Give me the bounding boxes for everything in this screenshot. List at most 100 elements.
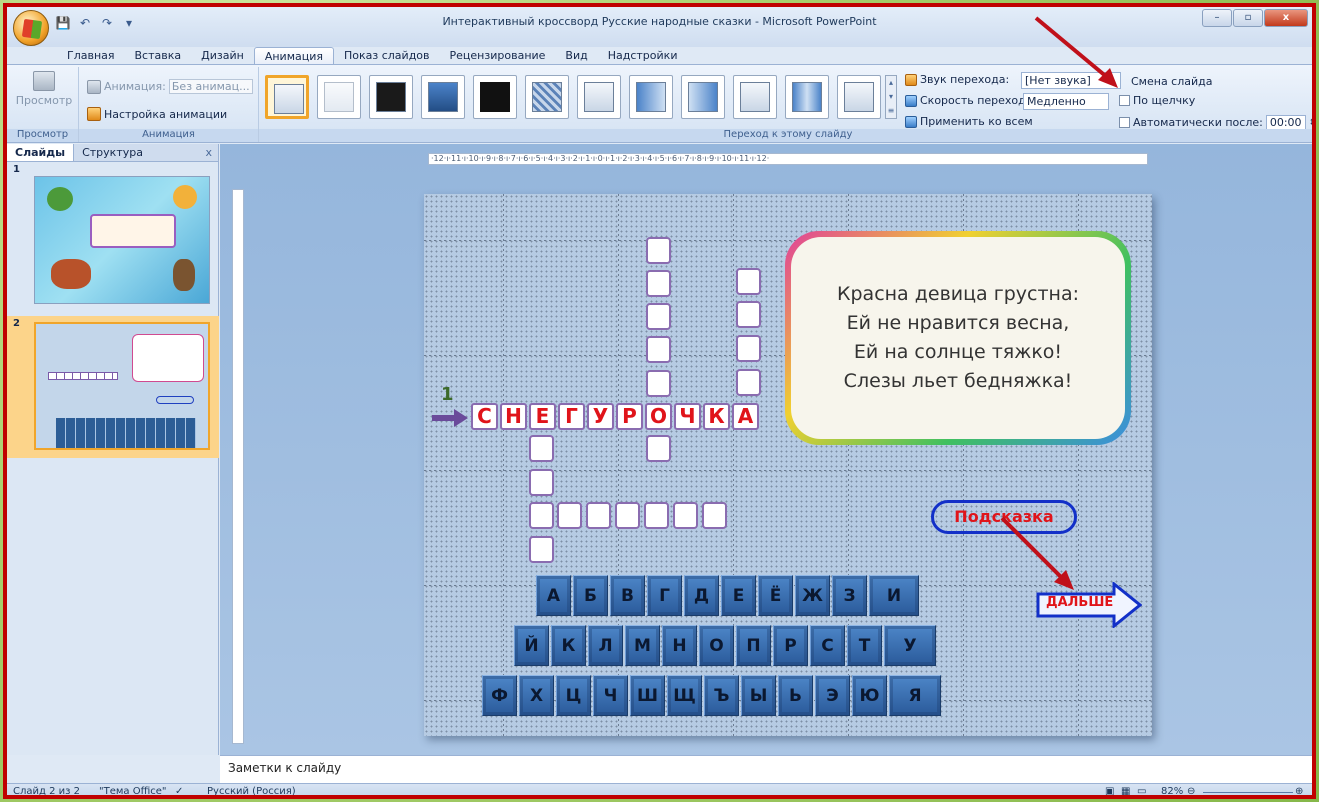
animation-selector[interactable]: Анимация: Без анимац...: [87, 79, 253, 94]
transition-cut-black[interactable]: [473, 75, 517, 119]
transition-fade-black[interactable]: [369, 75, 413, 119]
close-button[interactable]: x: [1264, 9, 1308, 27]
crossword-cell[interactable]: [529, 435, 554, 462]
sound-combobox[interactable]: [Нет звука]: [1021, 72, 1121, 89]
zoom-slider[interactable]: [1203, 792, 1293, 793]
minimize-button[interactable]: –: [1202, 9, 1232, 27]
key-t[interactable]: Т: [847, 625, 882, 666]
crossword-cell[interactable]: [646, 336, 671, 363]
tab-view[interactable]: Вид: [555, 47, 597, 65]
key-u[interactable]: У: [884, 625, 936, 666]
transition-push-down[interactable]: [837, 75, 881, 119]
answer-letter-cell[interactable]: Н: [500, 403, 527, 430]
tab-animation[interactable]: Анимация: [253, 47, 334, 65]
answer-letter-cell[interactable]: А: [732, 403, 759, 430]
slide-canvas[interactable]: С Н Е Г У Р О Ч К А 1 Красна девица грус…: [424, 194, 1152, 736]
key-yu[interactable]: Ю: [852, 675, 887, 716]
key-sh[interactable]: Ш: [630, 675, 665, 716]
horizontal-ruler[interactable]: ·12·ı·11·ı·10·ı·9·ı·8·ı·7·ı·6·ı·5·ı·4·ı·…: [428, 153, 1148, 165]
transition-wipe-left[interactable]: [629, 75, 673, 119]
key-zh[interactable]: Ж: [795, 575, 830, 616]
key-m[interactable]: М: [625, 625, 660, 666]
key-y[interactable]: Ы: [741, 675, 776, 716]
key-shch[interactable]: Щ: [667, 675, 702, 716]
zoom-level[interactable]: 82%: [1161, 786, 1183, 795]
crossword-cell[interactable]: [736, 369, 761, 396]
crossword-cell[interactable]: [646, 435, 671, 462]
transition-wipe-right[interactable]: [681, 75, 725, 119]
tab-slideshow[interactable]: Показ слайдов: [334, 47, 440, 65]
answer-letter-cell[interactable]: Г: [558, 403, 585, 430]
key-s[interactable]: С: [810, 625, 845, 666]
transition-cut[interactable]: [421, 75, 465, 119]
key-e-reversed[interactable]: Э: [815, 675, 850, 716]
answer-letter-cell[interactable]: Е: [529, 403, 556, 430]
crossword-cell[interactable]: [736, 301, 761, 328]
transition-dissolve[interactable]: [525, 75, 569, 119]
key-r[interactable]: Р: [773, 625, 808, 666]
notes-pane[interactable]: Заметки к слайду: [220, 755, 1312, 783]
transition-wipe-up[interactable]: [733, 75, 777, 119]
key-a[interactable]: А: [536, 575, 571, 616]
key-hard-sign[interactable]: Ъ: [704, 675, 739, 716]
key-d[interactable]: Д: [684, 575, 719, 616]
key-n[interactable]: Н: [662, 625, 697, 666]
tab-design[interactable]: Дизайн: [191, 47, 254, 65]
tab-slides[interactable]: Слайды: [7, 144, 75, 161]
preview-button[interactable]: Просмотр: [15, 71, 73, 107]
custom-animation-button[interactable]: Настройка анимации: [87, 107, 227, 121]
crossword-cell[interactable]: [646, 270, 671, 297]
slide-thumbnail-1[interactable]: [34, 176, 210, 304]
crossword-cell[interactable]: [646, 237, 671, 264]
key-ch[interactable]: Ч: [593, 675, 628, 716]
pane-close-icon[interactable]: x: [205, 146, 212, 159]
crossword-cell[interactable]: [702, 502, 727, 529]
crossword-cell[interactable]: [586, 502, 611, 529]
key-ya[interactable]: Я: [889, 675, 941, 716]
key-soft-sign[interactable]: Ь: [778, 675, 813, 716]
answer-letter-cell[interactable]: У: [587, 403, 614, 430]
on-click-checkbox[interactable]: По щелчку: [1119, 94, 1195, 107]
key-yo[interactable]: Ё: [758, 575, 793, 616]
sorter-view-icon[interactable]: ▦: [1121, 786, 1130, 795]
answer-letter-cell[interactable]: С: [471, 403, 498, 430]
crossword-cell[interactable]: [529, 502, 554, 529]
answer-letter-cell[interactable]: Ч: [674, 403, 701, 430]
key-kh[interactable]: Х: [519, 675, 554, 716]
answer-letter-cell[interactable]: Р: [616, 403, 643, 430]
transition-wipe-down[interactable]: [577, 75, 621, 119]
tab-home[interactable]: Главная: [57, 47, 125, 65]
crossword-cell[interactable]: [646, 370, 671, 397]
key-z[interactable]: З: [832, 575, 867, 616]
key-p[interactable]: П: [736, 625, 771, 666]
crossword-cell[interactable]: [529, 536, 554, 563]
key-l[interactable]: Л: [588, 625, 623, 666]
apply-to-all-button[interactable]: Применить ко всем: [905, 115, 1033, 128]
crossword-cell[interactable]: [615, 502, 640, 529]
crossword-cell[interactable]: [736, 335, 761, 362]
key-g[interactable]: Г: [647, 575, 682, 616]
gallery-scroll[interactable]: ▴ ▾ ≡: [885, 75, 897, 119]
crossword-cell[interactable]: [644, 502, 669, 529]
normal-view-icon[interactable]: ▣: [1105, 786, 1114, 795]
key-v[interactable]: В: [610, 575, 645, 616]
tab-addins[interactable]: Надстройки: [598, 47, 688, 65]
auto-after-checkbox[interactable]: Автоматически после: 00:00 ⇕: [1119, 115, 1312, 130]
auto-time-field[interactable]: 00:00: [1265, 115, 1306, 130]
key-k[interactable]: К: [551, 625, 586, 666]
answer-letter-cell[interactable]: О: [645, 403, 672, 430]
transition-none[interactable]: [265, 75, 309, 119]
key-b[interactable]: Б: [573, 575, 608, 616]
crossword-cell[interactable]: [529, 469, 554, 496]
slideshow-view-icon[interactable]: ▭: [1137, 786, 1146, 795]
crossword-cell[interactable]: [673, 502, 698, 529]
tab-insert[interactable]: Вставка: [125, 47, 192, 65]
crossword-cell[interactable]: [736, 268, 761, 295]
key-y-short[interactable]: Й: [514, 625, 549, 666]
slide-thumbnail-2[interactable]: [34, 322, 210, 450]
spellcheck-icon[interactable]: ✓: [175, 786, 183, 795]
zoom-in-icon[interactable]: ⊕: [1295, 786, 1303, 795]
key-i[interactable]: И: [869, 575, 919, 616]
tab-outline[interactable]: Структура: [74, 144, 151, 161]
speed-combobox[interactable]: Медленно: [1023, 93, 1109, 110]
